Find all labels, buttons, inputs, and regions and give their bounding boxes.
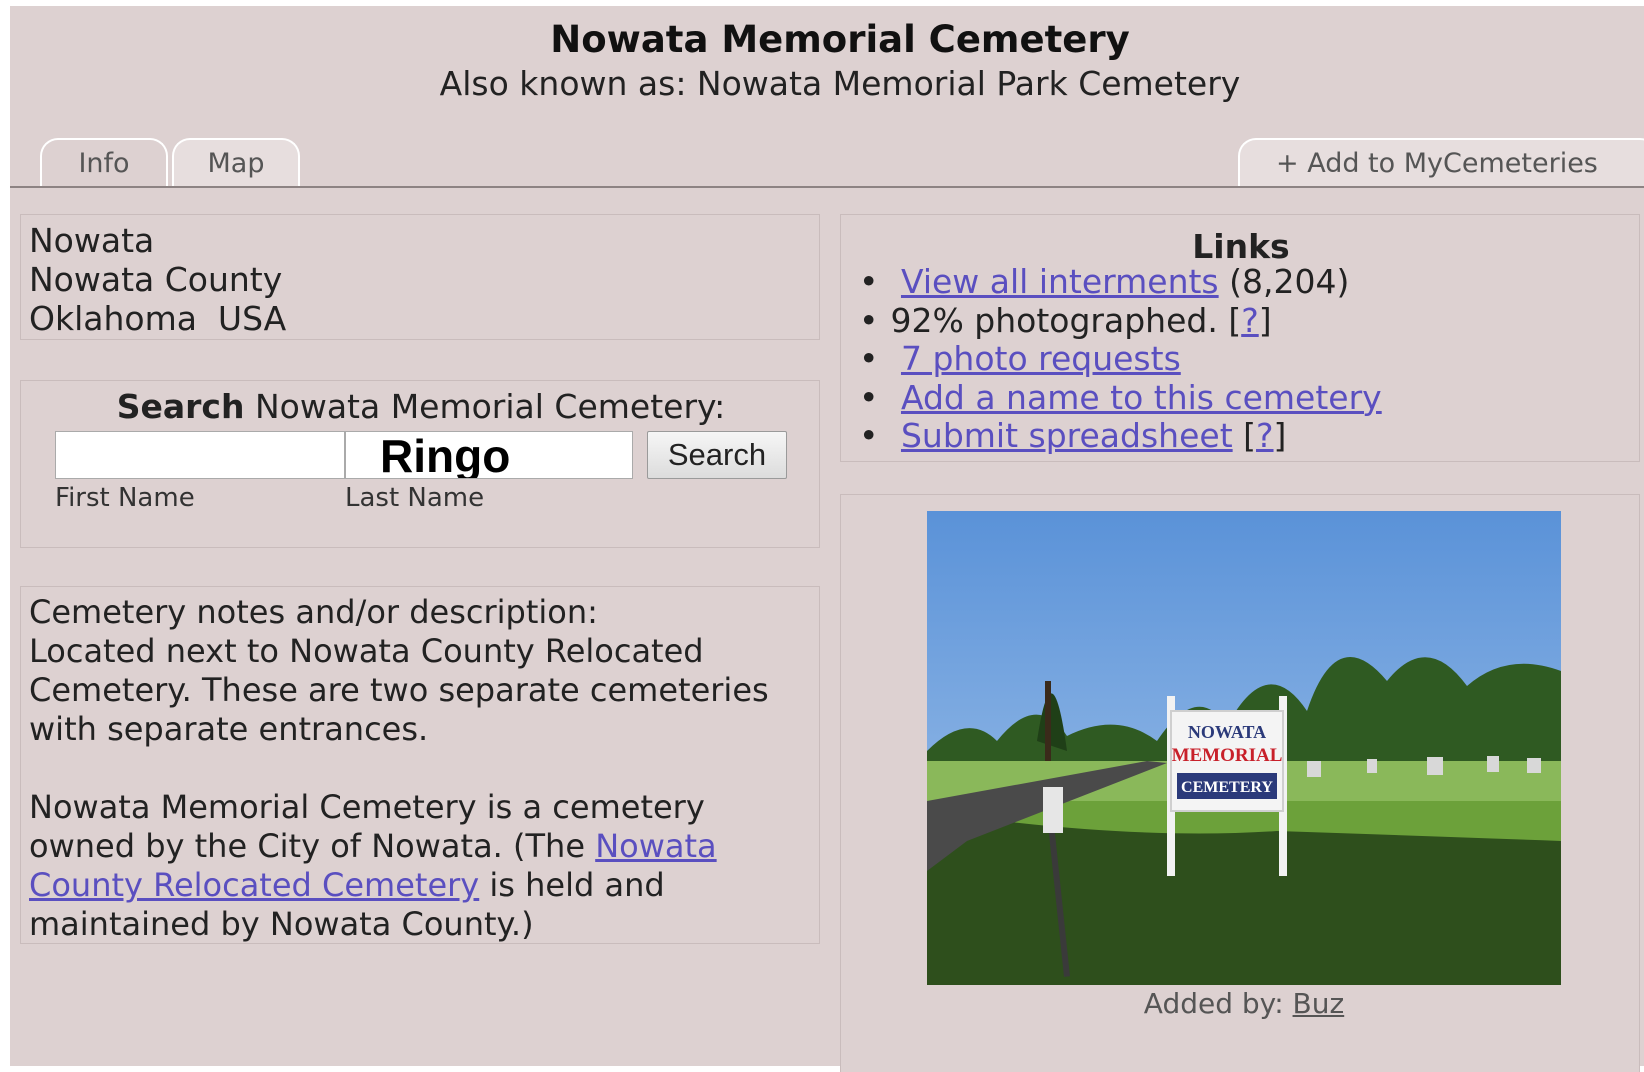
notes-paragraph-1: Located next to Nowata County Relocated …	[29, 632, 769, 748]
notes-heading: Cemetery notes and/or description:	[29, 593, 598, 631]
sign-line-2: MEMORIAL	[1172, 745, 1283, 766]
open-bracket: [	[1243, 416, 1257, 455]
caption-label: Added by:	[1143, 987, 1284, 1020]
tab-info[interactable]: Info	[40, 138, 168, 186]
address-county: Nowata County	[29, 260, 283, 299]
photo-panel: NOWATA MEMORIAL CEMETERY Added by: Buz	[840, 494, 1640, 1072]
sign-line-3: CEMETERY	[1181, 779, 1273, 796]
tab-map[interactable]: Map	[172, 138, 300, 186]
add-to-mycemeteries-button[interactable]: + Add to MyCemeteries	[1238, 138, 1644, 186]
photo-contributor-link[interactable]: Buz	[1293, 987, 1345, 1020]
notes-panel: Cemetery notes and/or description: Locat…	[20, 586, 820, 944]
cemetery-page: Nowata Memorial Cemetery Also known as: …	[10, 6, 1644, 1072]
search-heading: Search Nowata Memorial Cemetery:	[21, 387, 821, 426]
view-all-interments-link[interactable]: View all interments	[901, 262, 1219, 301]
search-heading-bold: Search	[116, 387, 245, 426]
list-item: Add a name to this cemetery	[859, 378, 1382, 418]
close-bracket: ]	[1273, 416, 1287, 455]
last-name-input[interactable]: Ringo	[345, 431, 633, 479]
list-item: View all interments (8,204)	[859, 262, 1382, 302]
links-title: Links	[1192, 227, 1290, 266]
add-name-link[interactable]: Add a name to this cemetery	[901, 378, 1382, 417]
photographed-help-link[interactable]: ?	[1241, 301, 1259, 340]
list-item: 92% photographed. [?]	[859, 300, 1382, 341]
address-state-country: Oklahoma USA	[29, 299, 287, 338]
submit-spreadsheet-link[interactable]: Submit spreadsheet	[901, 416, 1233, 455]
photo-requests-link[interactable]: 7 photo requests	[901, 339, 1181, 378]
photographed-text: 92% photographed. [	[890, 300, 1242, 340]
address-panel: Nowata Nowata County Oklahoma USA	[20, 214, 820, 340]
search-button[interactable]: Search	[647, 431, 787, 479]
page-title: Nowata Memorial Cemetery	[550, 18, 1130, 61]
list-item: Submit spreadsheet [?]	[859, 416, 1382, 456]
list-item: 7 photo requests	[859, 339, 1382, 379]
tab-divider	[10, 186, 1644, 188]
sign-line-1: NOWATA	[1188, 722, 1266, 742]
address-city: Nowata	[29, 221, 155, 260]
cemetery-photo-image: NOWATA MEMORIAL CEMETERY	[927, 511, 1561, 985]
first-name-input[interactable]	[55, 431, 345, 479]
search-panel: Search Nowata Memorial Cemetery: Ringo S…	[20, 380, 820, 548]
interments-count: (8,204)	[1229, 262, 1350, 301]
search-heading-text: Nowata Memorial Cemetery:	[254, 387, 726, 426]
page-subtitle: Also known as: Nowata Memorial Park Ceme…	[439, 64, 1241, 103]
notes-paragraph-2: Nowata Memorial Cemetery is a cemetery o…	[29, 788, 769, 944]
first-name-label: First Name	[55, 483, 195, 513]
spreadsheet-help-link[interactable]: ?	[1256, 416, 1274, 455]
photo-caption: Added by: Buz	[927, 987, 1561, 1020]
links-list: View all interments (8,204) 92% photogra…	[859, 262, 1382, 456]
close-bracket: ]	[1258, 300, 1272, 340]
cemetery-photo[interactable]: NOWATA MEMORIAL CEMETERY	[927, 511, 1561, 985]
last-name-label: Last Name	[345, 483, 485, 513]
links-panel: Links View all interments (8,204) 92% ph…	[840, 214, 1640, 462]
